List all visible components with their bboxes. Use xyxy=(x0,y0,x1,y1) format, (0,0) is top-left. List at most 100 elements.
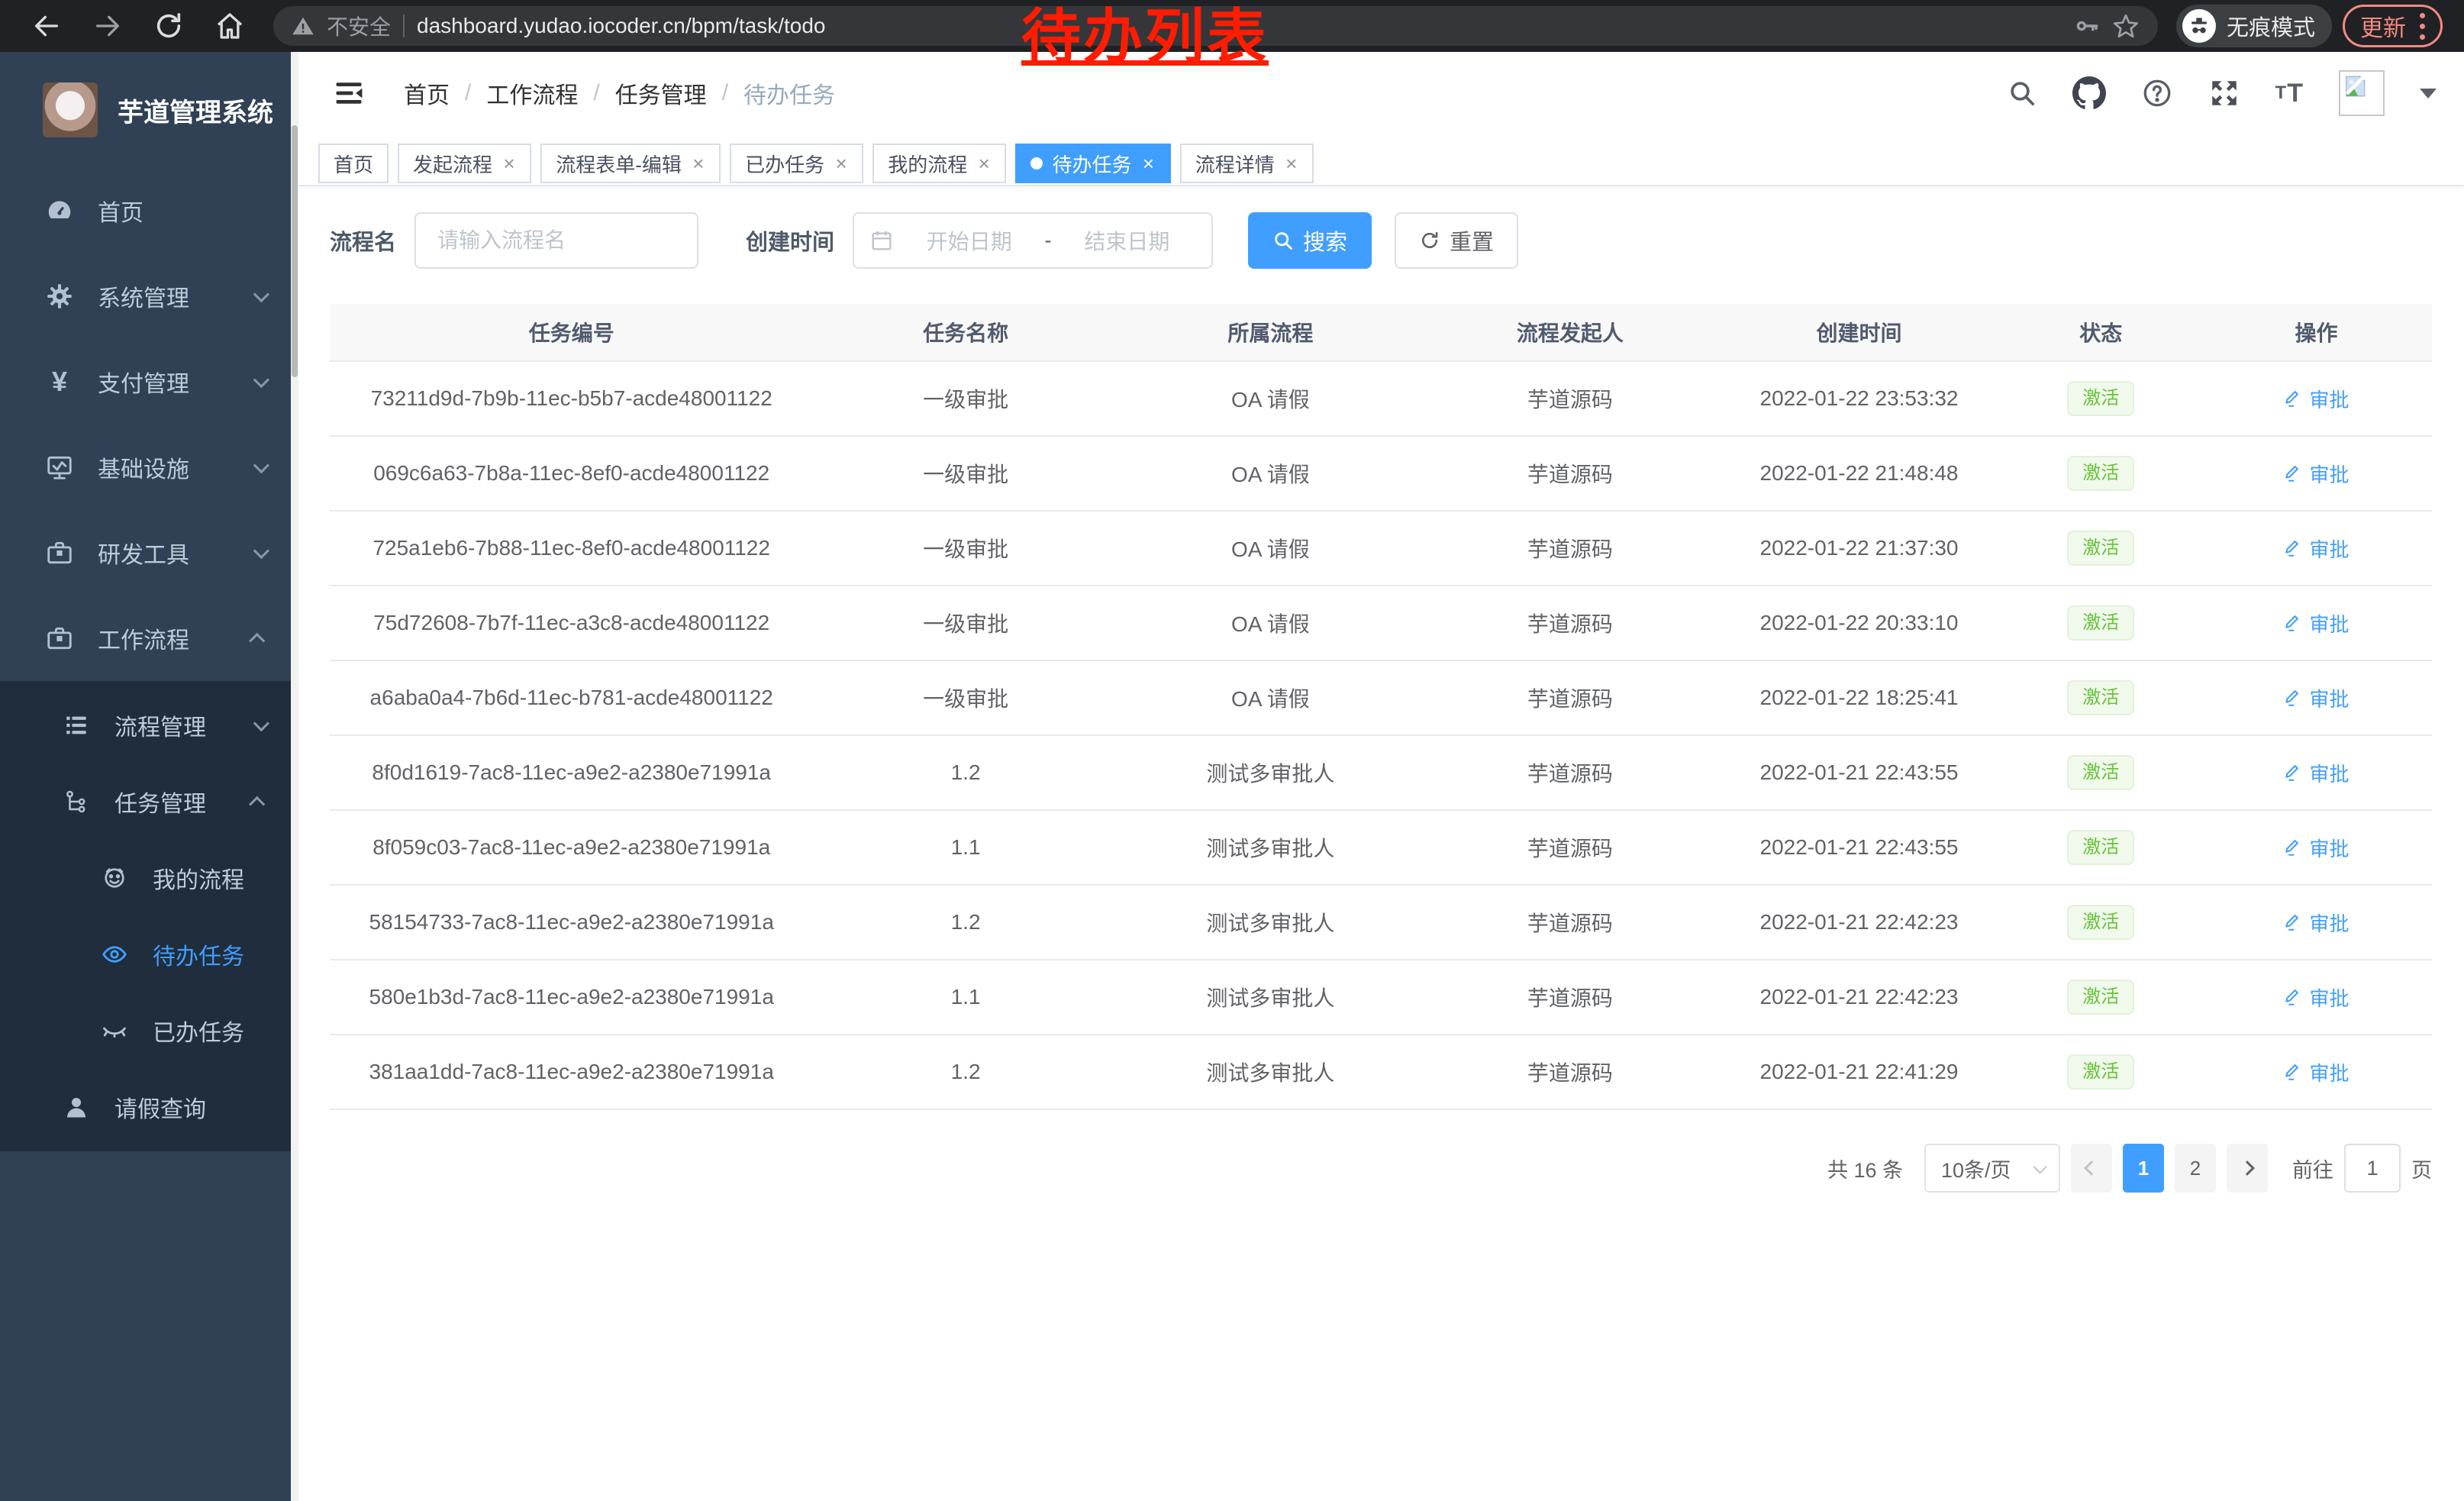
close-icon[interactable]: × xyxy=(691,153,705,173)
key-icon[interactable] xyxy=(2074,13,2100,39)
approve-link[interactable]: 审批 xyxy=(2283,534,2349,563)
close-icon[interactable]: × xyxy=(502,153,516,173)
back-icon[interactable] xyxy=(21,6,72,46)
search-button[interactable]: 搜索 xyxy=(1248,212,1372,269)
close-icon[interactable]: × xyxy=(976,153,991,173)
sidebar-item-task-mgmt[interactable]: 任务管理 xyxy=(0,763,298,840)
goto-page-input[interactable] xyxy=(2344,1144,2401,1193)
reset-button[interactable]: 重置 xyxy=(1395,212,1518,269)
status-badge: 激活 xyxy=(2067,905,2134,940)
create-time-label: 创建时间 xyxy=(746,224,834,257)
cell-create-time: 2022-01-21 22:41:29 xyxy=(1717,1035,2001,1109)
close-icon[interactable]: × xyxy=(834,153,848,173)
cell-task-name: 一级审批 xyxy=(813,437,1118,510)
breadcrumb-item[interactable]: 任务管理 xyxy=(615,76,707,110)
breadcrumb-separator: / xyxy=(465,80,471,106)
cell-process: OA 请假 xyxy=(1118,512,1423,585)
process-name-input[interactable] xyxy=(414,212,698,269)
close-icon[interactable]: × xyxy=(1284,153,1298,173)
view-tab[interactable]: 发起流程 × xyxy=(398,144,531,183)
forward-icon[interactable] xyxy=(82,6,133,46)
page-number-button[interactable]: 2 xyxy=(2175,1144,2216,1193)
briefcase-icon xyxy=(43,624,76,653)
cell-task-name: 1.2 xyxy=(813,736,1118,809)
avatar-dropdown-caret[interactable] xyxy=(2420,89,2437,98)
workflow-submenu: 流程管理 任务管理 我的流程 xyxy=(0,681,298,1151)
table-row: 73211d9d-7b9b-11ec-b5b7-acde48001122 一级审… xyxy=(330,362,2432,437)
approve-link[interactable]: 审批 xyxy=(2283,385,2349,413)
approve-link[interactable]: 审批 xyxy=(2283,834,2349,862)
view-tab[interactable]: 流程表单-编辑 × xyxy=(540,144,721,183)
sidebar-item-home[interactable]: 首页 xyxy=(0,168,298,253)
avatar[interactable] xyxy=(2339,70,2385,116)
sidebar-item-done-tasks[interactable]: 已办任务 xyxy=(0,993,298,1069)
sidebar-item-workflow[interactable]: 工作流程 xyxy=(0,596,298,681)
status-badge: 激活 xyxy=(2067,456,2134,491)
breadcrumb-item[interactable]: 工作流程 xyxy=(486,76,578,110)
approve-link[interactable]: 审批 xyxy=(2283,983,2349,1012)
column-header: 操作 xyxy=(2201,304,2432,360)
view-tab[interactable]: 流程详情 × xyxy=(1180,144,1314,183)
cell-process: 测试多审批人 xyxy=(1118,811,1423,884)
top-navbar: 首页 / 工作流程 / 任务管理 / 待办任务 xyxy=(298,52,2464,134)
bookmark-star-icon[interactable] xyxy=(2112,12,2140,40)
sidebar-item-todo-tasks[interactable]: 待办任务 xyxy=(0,916,298,993)
cell-task-id: 381aa1dd-7ac8-11ec-a9e2-a2380e71991a xyxy=(330,1035,813,1109)
cell-task-name: 一级审批 xyxy=(813,362,1118,435)
column-header: 任务编号 xyxy=(330,304,813,360)
approve-link[interactable]: 审批 xyxy=(2283,684,2349,712)
table-row: 8f059c03-7ac8-11ec-a9e2-a2380e71991a 1.1… xyxy=(330,811,2432,886)
search-icon[interactable] xyxy=(2007,78,2037,108)
close-icon[interactable]: × xyxy=(1141,153,1156,173)
home-icon[interactable] xyxy=(205,6,255,46)
approve-link[interactable]: 审批 xyxy=(2283,460,2349,488)
edit-pencil-icon xyxy=(2283,538,2303,558)
active-dot-icon xyxy=(1030,157,1043,169)
sidebar-item-payment[interactable]: ¥ 支付管理 xyxy=(0,339,298,424)
approve-link[interactable]: 审批 xyxy=(2283,609,2349,638)
incognito-badge: 无痕模式 xyxy=(2176,5,2332,47)
page-size-select[interactable]: 10条/页 xyxy=(1924,1144,2060,1193)
font-size-icon[interactable]: TT xyxy=(2275,79,2304,108)
view-tab[interactable]: 待办任务 × xyxy=(1015,144,1170,183)
app-logo-row[interactable]: 芋道管理系统 xyxy=(0,52,298,168)
menu-dots-icon[interactable] xyxy=(2420,13,2425,40)
status-badge: 激活 xyxy=(2067,531,2134,566)
cell-create-time: 2022-01-22 23:53:32 xyxy=(1717,362,2001,435)
column-header: 所属流程 xyxy=(1118,304,1423,360)
date-range-picker[interactable]: 开始日期 - 结束日期 xyxy=(853,212,1213,269)
scrollbar-thumb[interactable] xyxy=(292,125,298,377)
cell-task-id: 58154733-7ac8-11ec-a9e2-a2380e71991a xyxy=(330,886,813,959)
incognito-icon xyxy=(2182,9,2216,43)
sidebar-item-devtools[interactable]: 研发工具 xyxy=(0,510,298,596)
app-logo xyxy=(43,82,98,137)
approve-link[interactable]: 审批 xyxy=(2283,1058,2349,1086)
table-row: 381aa1dd-7ac8-11ec-a9e2-a2380e71991a 1.2… xyxy=(330,1035,2432,1110)
breadcrumb-item[interactable]: 首页 xyxy=(404,76,450,110)
next-page-button[interactable] xyxy=(2227,1144,2268,1193)
view-tab[interactable]: 首页 × xyxy=(318,144,389,183)
sidebar-item-process-mgmt[interactable]: 流程管理 xyxy=(0,687,298,763)
cell-create-time: 2022-01-22 20:33:10 xyxy=(1717,586,2001,660)
fullscreen-icon[interactable] xyxy=(2208,77,2240,109)
cell-task-id: 8f0d1619-7ac8-11ec-a9e2-a2380e71991a xyxy=(330,736,813,809)
approve-link[interactable]: 审批 xyxy=(2283,759,2349,787)
approve-link[interactable]: 审批 xyxy=(2283,909,2349,937)
sidebar-item-my-process[interactable]: 我的流程 xyxy=(0,840,298,916)
sidebar-item-leave-query[interactable]: 请假查询 xyxy=(0,1069,298,1145)
cell-task-name: 1.1 xyxy=(813,960,1118,1034)
page-number-button[interactable]: 1 xyxy=(2123,1144,2164,1193)
sidebar-scrollbar[interactable] xyxy=(291,52,298,1501)
prev-page-button[interactable] xyxy=(2071,1144,2112,1193)
reload-icon[interactable] xyxy=(144,6,194,46)
github-icon[interactable] xyxy=(2072,76,2106,110)
browser-update-button[interactable]: 更新 xyxy=(2343,5,2443,47)
sidebar-toggle-icon[interactable] xyxy=(326,70,372,116)
help-icon[interactable] xyxy=(2141,77,2173,109)
sidebar-item-infra[interactable]: 基础设施 xyxy=(0,424,298,510)
view-tab[interactable]: 已办任务 × xyxy=(730,144,863,183)
edit-pencil-icon xyxy=(2283,613,2303,633)
security-label[interactable]: 不安全 xyxy=(327,11,391,41)
view-tab[interactable]: 我的流程 × xyxy=(872,144,1006,183)
sidebar-item-system[interactable]: 系统管理 xyxy=(0,253,298,339)
